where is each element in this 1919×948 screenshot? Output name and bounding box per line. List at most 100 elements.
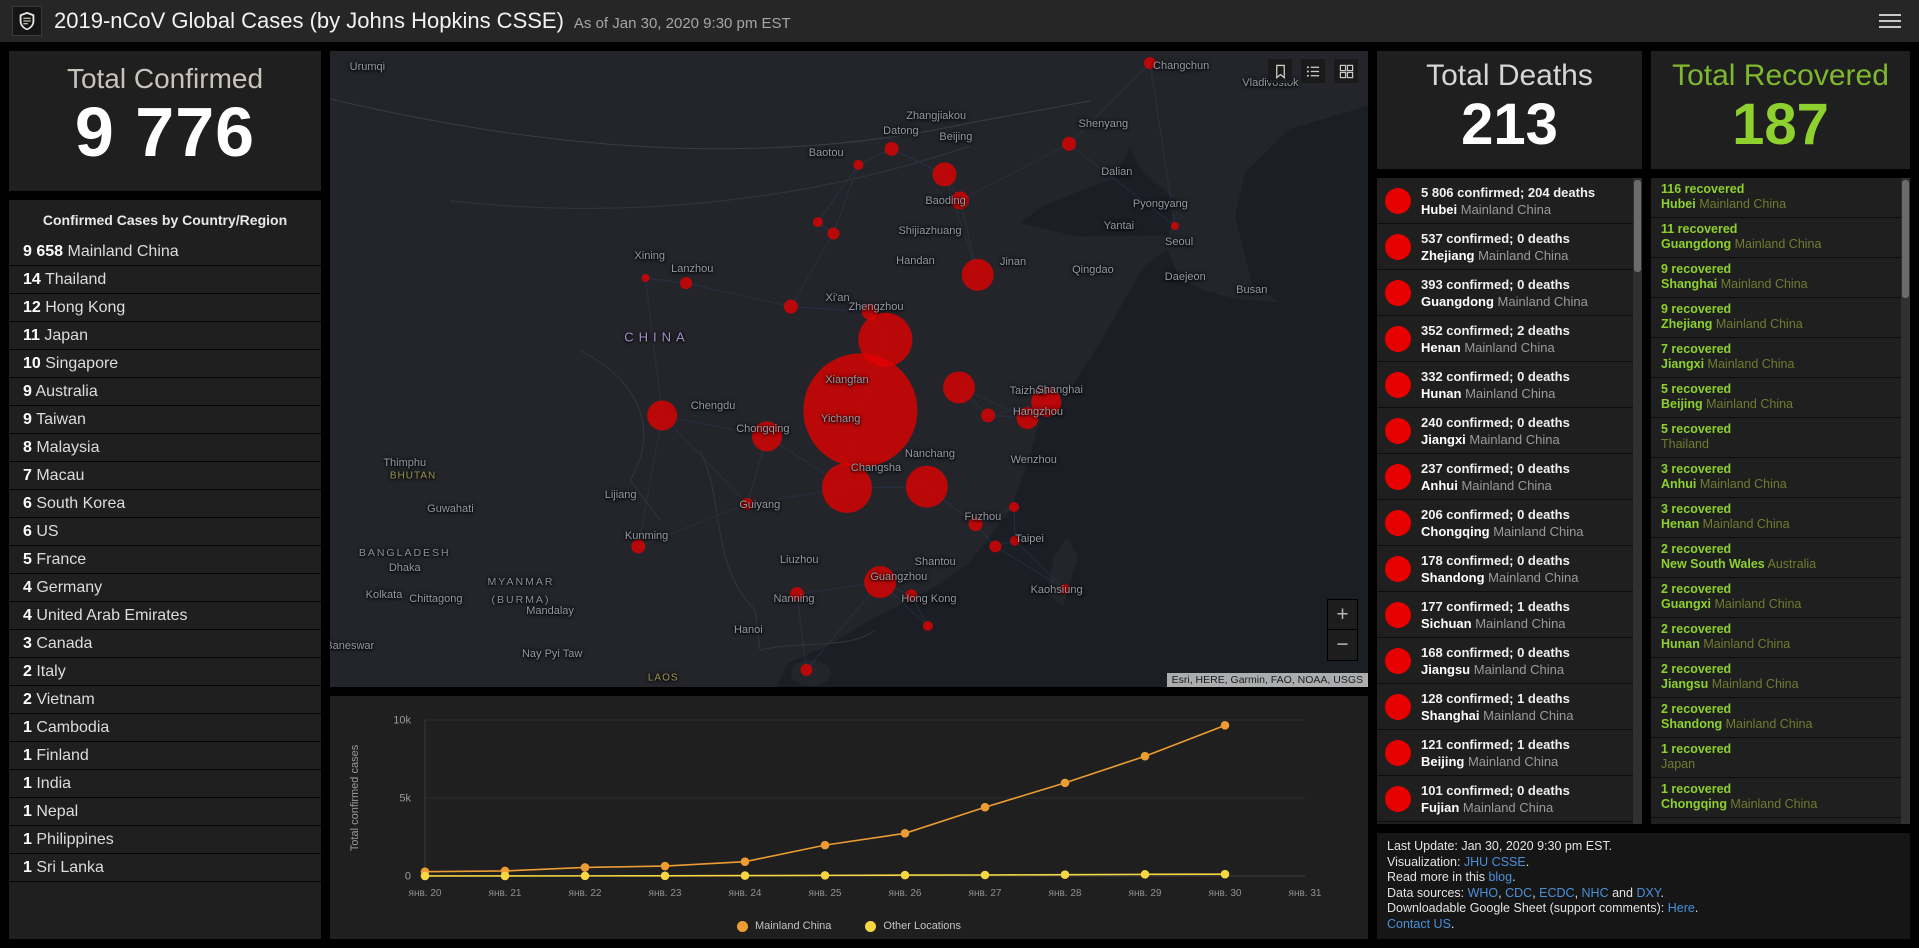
country-row[interactable]: 1 Finland [9,742,321,770]
country-row[interactable]: 8 Malaysia [9,434,321,462]
case-bubble[interactable] [853,160,863,170]
map-panel[interactable]: + − Esri, HERE, Garmin, FAO, NOAA, USGS … [330,51,1368,687]
chart-point[interactable] [1061,870,1070,879]
footer-link[interactable]: CDC [1505,886,1532,900]
case-bubble[interactable] [1010,536,1020,546]
case-bubble[interactable] [951,191,969,209]
recovered-row[interactable]: 3 recoveredHenan Mainland China [1651,498,1910,538]
case-bubble[interactable] [680,277,692,289]
chart-point[interactable] [1221,870,1230,879]
recovered-row[interactable]: 2 recoveredNew South Wales Australia [1651,538,1910,578]
recovered-row[interactable]: 11 recoveredGuangdong Mainland China [1651,218,1910,258]
zoom-in-button[interactable]: + [1327,599,1358,630]
death-row[interactable]: 178 confirmed; 0 deathsShandong Mainland… [1377,546,1642,592]
death-row[interactable]: 393 confirmed; 0 deathsGuangdong Mainlan… [1377,270,1642,316]
deaths-scrollbar[interactable] [1633,178,1642,824]
footer-link[interactable]: DXY [1636,886,1660,900]
death-row[interactable]: 121 confirmed; 1 deathsBeijing Mainland … [1377,730,1642,776]
chart-point[interactable] [1141,752,1150,761]
legend-item[interactable]: Mainland China [737,920,831,932]
case-bubble[interactable] [989,540,1001,552]
case-bubble[interactable] [752,421,782,451]
footer-link[interactable]: NHC [1582,886,1609,900]
chart-point[interactable] [741,857,750,866]
recovered-row[interactable]: 7 recoveredJiangxi Mainland China [1651,338,1910,378]
case-bubble[interactable] [813,217,823,227]
recovered-row[interactable]: 116 recoveredHubei Mainland China [1651,178,1910,218]
country-row[interactable]: 9 658 Mainland China [9,238,321,266]
country-row[interactable]: 12 Hong Kong [9,294,321,322]
death-row[interactable]: 128 confirmed; 1 deathsShanghai Mainland… [1377,684,1642,730]
chart-point[interactable] [661,862,670,871]
recovered-scrollbar-thumb[interactable] [1902,180,1909,298]
basemap-grid-icon[interactable] [1334,59,1358,83]
chart-point[interactable] [901,871,910,880]
case-bubble[interactable] [631,539,645,553]
case-bubble[interactable] [1060,584,1070,594]
chart-point[interactable] [821,871,830,880]
recovered-row[interactable]: 1 recoveredChongqing Mainland China [1651,778,1910,818]
case-bubble[interactable] [642,274,650,282]
case-bubble[interactable] [741,498,753,510]
case-bubble[interactable] [943,371,975,403]
recovered-row[interactable]: 2 recoveredGuangxi Mainland China [1651,578,1910,618]
footer-link[interactable]: Here [1668,901,1695,915]
country-row[interactable]: 1 Sri Lanka [9,854,321,882]
zoom-out-button[interactable]: − [1327,630,1358,661]
death-row[interactable]: 101 confirmed; 0 deathsFujian Mainland C… [1377,776,1642,822]
case-bubble[interactable] [1009,502,1019,512]
case-bubble[interactable] [885,142,899,156]
footer-link[interactable]: JHU CSSE [1464,855,1526,869]
footer-link[interactable]: WHO [1468,886,1499,900]
country-row[interactable]: 2 Vietnam [9,686,321,714]
case-bubble[interactable] [800,664,812,676]
case-bubble[interactable] [932,162,956,186]
chart-point[interactable] [501,872,510,881]
cases-chart[interactable]: 05k10kянв. 20янв. 21янв. 22янв. 23янв. 2… [330,698,1368,906]
country-row[interactable]: 6 US [9,518,321,546]
deaths-scrollbar-thumb[interactable] [1634,180,1641,272]
deaths-list[interactable]: 5 806 confirmed; 204 deathsHubei Mainlan… [1377,178,1642,822]
footer-link[interactable]: ECDC [1539,886,1574,900]
country-row[interactable]: 1 Cambodia [9,714,321,742]
case-bubble[interactable] [906,466,948,508]
chart-point[interactable] [901,829,910,838]
chart-point[interactable] [981,803,990,812]
country-row[interactable]: 3 Canada [9,630,321,658]
recovered-scrollbar[interactable] [1901,178,1910,824]
map-canvas[interactable] [330,51,1368,687]
country-row[interactable]: 1 Nepal [9,798,321,826]
recovered-row[interactable]: 5 recoveredBeijing Mainland China [1651,378,1910,418]
death-row[interactable]: 237 confirmed; 0 deathsAnhui Mainland Ch… [1377,454,1642,500]
case-bubble[interactable] [923,621,933,631]
death-row[interactable]: 5 806 confirmed; 204 deathsHubei Mainlan… [1377,178,1642,224]
country-row[interactable]: 1 India [9,770,321,798]
chart-point[interactable] [821,841,830,850]
country-row[interactable]: 11 Japan [9,322,321,350]
case-bubble[interactable] [858,313,912,367]
case-bubble[interactable] [862,304,878,320]
case-bubble[interactable] [864,566,896,598]
chart-point[interactable] [421,872,430,881]
case-bubble[interactable] [969,517,983,531]
chart-point[interactable] [1061,779,1070,788]
case-bubble[interactable] [962,259,994,291]
country-row[interactable]: 9 Taiwan [9,406,321,434]
country-row[interactable]: 7 Macau [9,462,321,490]
layer-list-icon[interactable] [1301,59,1325,83]
chart-point[interactable] [1141,870,1150,879]
case-bubble[interactable] [827,228,839,240]
country-row[interactable]: 5 France [9,546,321,574]
death-row[interactable]: 537 confirmed; 0 deathsZhejiang Mainland… [1377,224,1642,270]
footer-link[interactable]: blog [1488,870,1512,884]
death-row[interactable]: 240 confirmed; 0 deathsJiangxi Mainland … [1377,408,1642,454]
case-bubble[interactable] [822,463,872,513]
chart-point[interactable] [581,863,590,872]
case-bubble[interactable] [1017,407,1039,429]
country-row[interactable]: 2 Italy [9,658,321,686]
country-row[interactable]: 14 Thailand [9,266,321,294]
case-bubble[interactable] [803,353,917,467]
recovered-row[interactable]: 2 recoveredHunan Mainland China [1651,618,1910,658]
country-row[interactable]: 4 United Arab Emirates [9,602,321,630]
chart-point[interactable] [741,871,750,880]
